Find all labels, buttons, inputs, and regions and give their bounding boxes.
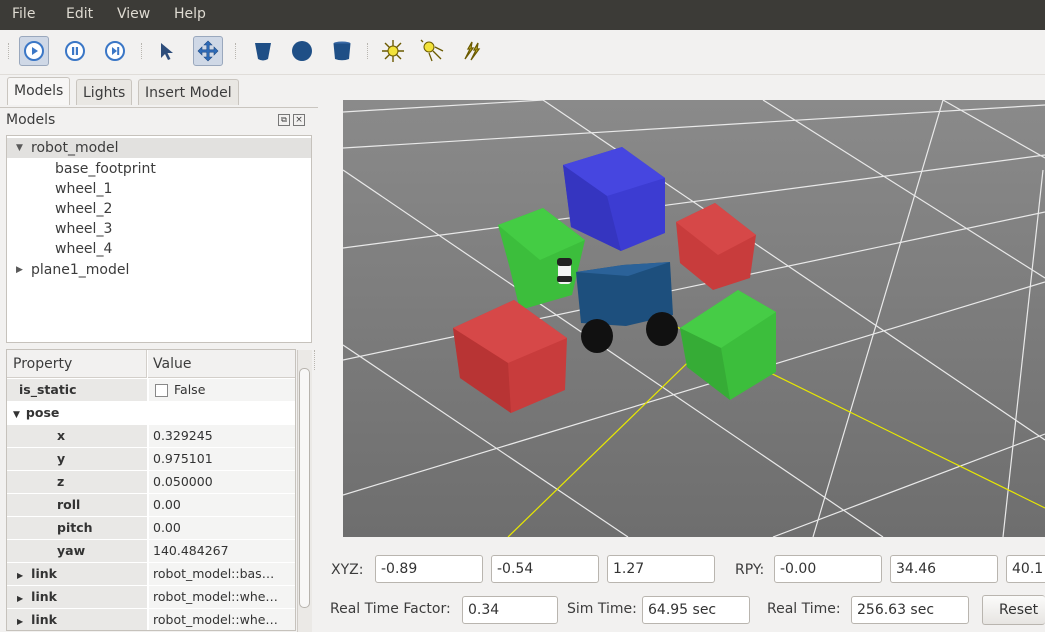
tree-item-child[interactable]: wheel_3 <box>7 219 311 239</box>
sim-time-field: 64.95 sec <box>642 596 750 624</box>
directional-light-button[interactable] <box>457 36 487 66</box>
real-time-factor-field: 0.34 <box>462 596 558 624</box>
camera-z-field[interactable]: 1.27 <box>607 555 715 583</box>
models-panel-header: Models ⧉ × <box>0 107 318 134</box>
splitter-handle[interactable] <box>314 350 319 370</box>
box-shape-button[interactable] <box>327 36 357 66</box>
expand-arrow-icon[interactable]: ▼ <box>13 410 20 420</box>
menu-help[interactable]: Help <box>174 6 206 22</box>
prop-row-x: x 0.329245 <box>7 425 295 448</box>
prop-row-yaw: yaw 140.484267 <box>7 540 295 563</box>
cylinder-shape-button[interactable] <box>248 36 278 66</box>
camera-yaw-field[interactable]: 40.1 <box>1006 555 1045 583</box>
left-panel: Models Lights Insert Model Models ⧉ × ▼ … <box>0 75 318 632</box>
float-icon[interactable]: ⧉ <box>278 114 290 126</box>
box-icon <box>333 41 351 61</box>
prop-row-link[interactable]: ▶ link robot_model::bas… <box>7 563 295 586</box>
property-scrollbar[interactable] <box>297 350 312 632</box>
pause-icon <box>65 41 85 61</box>
menu-view[interactable]: View <box>117 6 150 22</box>
point-light-button[interactable] <box>378 36 408 66</box>
toolbar <box>0 30 1045 75</box>
prop-row-pitch: pitch 0.00 <box>7 517 295 540</box>
spot-light-button[interactable] <box>417 36 447 66</box>
tree-item-child[interactable]: wheel_1 <box>7 179 311 199</box>
menu-edit[interactable]: Edit <box>66 6 93 22</box>
prop-row-is-static: is_static False <box>7 379 295 402</box>
model-tree: ▼ robot_model base_footprint wheel_1 whe… <box>6 135 312 343</box>
toolbar-separator <box>141 43 145 59</box>
cylinder-icon <box>255 43 271 61</box>
step-icon <box>105 41 125 61</box>
expand-arrow-icon[interactable]: ▼ <box>16 138 23 158</box>
camera-pitch-field[interactable]: 34.46 <box>890 555 998 583</box>
tree-item-robot-model[interactable]: ▼ robot_model <box>7 138 311 158</box>
prop-row-roll: roll 0.00 <box>7 494 295 517</box>
menu-bar: File Edit View Help <box>0 0 1045 30</box>
collapsed-arrow-icon[interactable]: ▶ <box>16 260 23 280</box>
tab-insert-model[interactable]: Insert Model <box>138 79 239 105</box>
scene-render <box>343 100 1045 537</box>
real-time-factor-label: Real Time Factor: <box>330 601 451 617</box>
is-static-checkbox[interactable] <box>155 384 168 397</box>
models-panel-title: Models <box>6 112 56 128</box>
real-time-field: 256.63 sec <box>851 596 969 624</box>
select-arrow-icon <box>161 43 173 60</box>
point-light-icon <box>382 40 404 62</box>
prop-row-link[interactable]: ▶ link robot_model::whe… <box>7 609 295 630</box>
camera-y-field[interactable]: -0.54 <box>491 555 599 583</box>
close-icon[interactable]: × <box>293 114 305 126</box>
ground-plane <box>343 100 1045 537</box>
translate-icon <box>197 40 219 62</box>
tree-item-child[interactable]: wheel_4 <box>7 239 311 259</box>
directional-light-icon <box>464 41 481 61</box>
3d-viewport[interactable] <box>343 100 1045 537</box>
step-button[interactable] <box>100 36 130 66</box>
select-mode-button[interactable] <box>152 36 182 66</box>
collapsed-arrow-icon[interactable]: ▶ <box>17 571 23 580</box>
toolbar-separator <box>367 43 371 59</box>
rpy-label: RPY: <box>735 562 765 578</box>
collapsed-arrow-icon[interactable]: ▶ <box>17 617 23 626</box>
tab-models[interactable]: Models <box>7 77 71 105</box>
tree-item-child[interactable]: wheel_2 <box>7 199 311 219</box>
camera-roll-field[interactable]: -0.00 <box>774 555 882 583</box>
tree-item-plane1-model[interactable]: ▶ plane1_model <box>7 260 311 280</box>
prop-row-y: y 0.975101 <box>7 448 295 471</box>
tab-lights[interactable]: Lights <box>76 79 133 105</box>
pause-button[interactable] <box>60 36 90 66</box>
prop-row-z: z 0.050000 <box>7 471 295 494</box>
prop-row-link[interactable]: ▶ link robot_model::whe… <box>7 586 295 609</box>
prop-row-pose[interactable]: ▼ pose <box>7 402 295 425</box>
menu-file[interactable]: File <box>12 6 35 22</box>
sphere-shape-button[interactable] <box>287 36 317 66</box>
collapsed-arrow-icon[interactable]: ▶ <box>17 594 23 603</box>
xyz-label: XYZ: <box>331 562 364 578</box>
reset-button[interactable]: Reset <box>982 595 1045 625</box>
sphere-icon <box>292 41 312 61</box>
real-time-label: Real Time: <box>767 601 841 617</box>
property-column-header[interactable]: Property <box>7 350 147 378</box>
sim-time-label: Sim Time: <box>567 601 637 617</box>
property-panel: Property Value is_static False ▼ pose x 0… <box>6 349 296 631</box>
scrollbar-thumb[interactable] <box>299 368 310 608</box>
play-button[interactable] <box>19 36 49 66</box>
spot-light-icon <box>420 39 444 62</box>
camera-x-field[interactable]: -0.89 <box>375 555 483 583</box>
translate-mode-button[interactable] <box>193 36 223 66</box>
value-column-header[interactable]: Value <box>148 350 295 378</box>
toolbar-separator <box>235 43 239 59</box>
toolbar-grip <box>8 43 12 59</box>
play-icon <box>24 41 44 61</box>
tree-item-child[interactable]: base_footprint <box>7 159 311 179</box>
